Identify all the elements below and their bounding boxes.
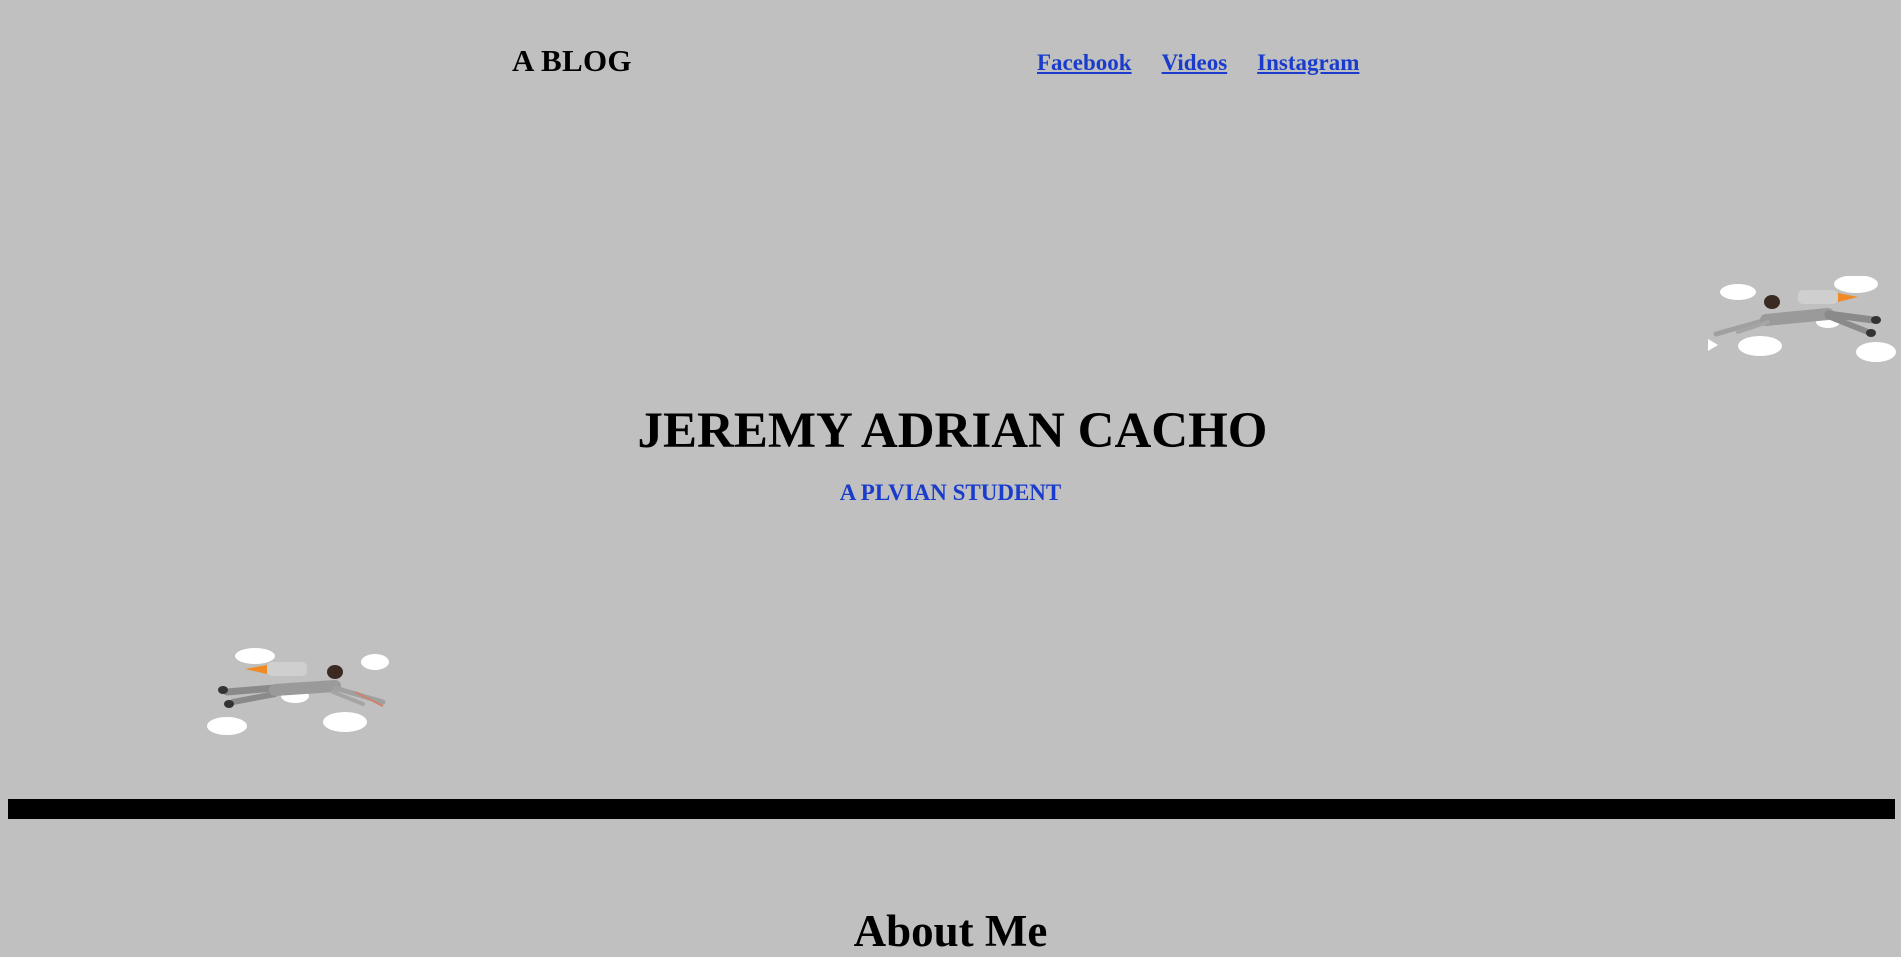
main-nav: Facebook Videos Instagram bbox=[1037, 50, 1359, 76]
cloud-icon bbox=[361, 654, 389, 670]
cloud-icon bbox=[1720, 284, 1756, 300]
nav-link-instagram[interactable]: Instagram bbox=[1257, 50, 1359, 76]
site-logo: A BLOG bbox=[512, 43, 632, 78]
cloud-icon bbox=[323, 712, 367, 732]
hero-subtitle: A PLVIAN STUDENT bbox=[839, 480, 1062, 505]
nav-link-facebook[interactable]: Facebook bbox=[1037, 50, 1132, 76]
cloud-icon bbox=[1834, 276, 1878, 293]
cloud-icon bbox=[1856, 342, 1896, 362]
cloud-icon bbox=[235, 648, 275, 664]
jetpack-flyer-icon bbox=[1708, 276, 1896, 362]
about-me-heading: About Me bbox=[853, 906, 1048, 956]
jetpack-flyer-icon bbox=[207, 648, 389, 735]
section-divider bbox=[8, 799, 1895, 819]
hero-title: JEREMY ADRIAN CACHO bbox=[637, 403, 1268, 459]
site-header: A BLOG Facebook Videos Instagram bbox=[0, 0, 1901, 120]
cloud-icon bbox=[207, 717, 247, 735]
nav-link-videos[interactable]: Videos bbox=[1162, 50, 1228, 76]
cloud-icon bbox=[1738, 336, 1782, 356]
